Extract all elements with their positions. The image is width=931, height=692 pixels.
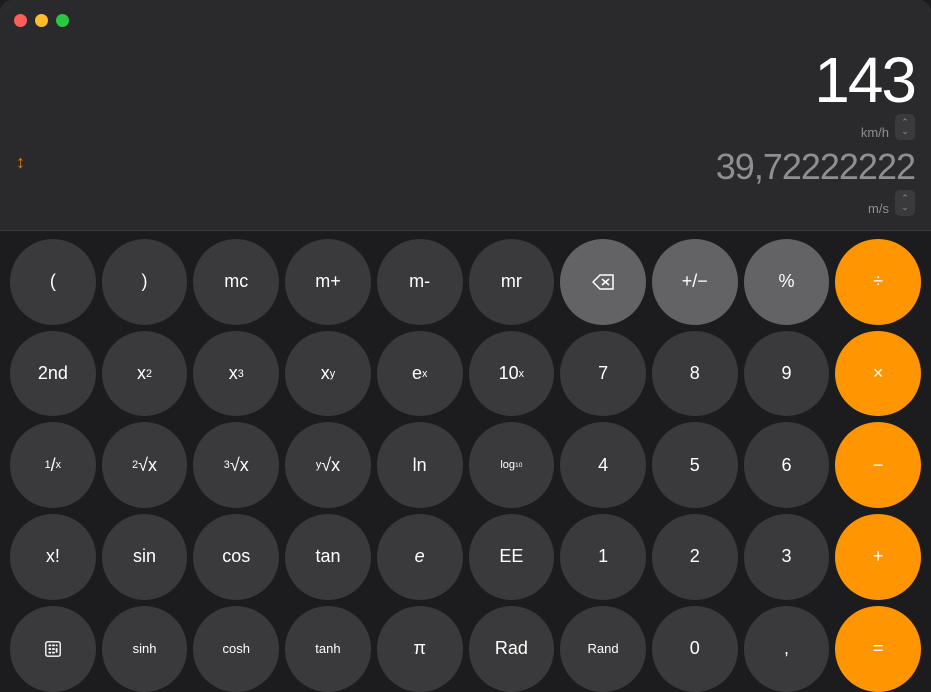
keypad-row-4: sinhcoshtanhπRadRand0,=	[10, 606, 921, 692]
key-factorial[interactable]: x!	[10, 514, 96, 600]
key-decimal[interactable]: ,	[744, 606, 830, 692]
keypad-row-2: 1/x2√x3√xy√xlnlog10456−	[10, 422, 921, 508]
key-plus-minus[interactable]: +/−	[652, 239, 738, 325]
key-log10[interactable]: log10	[469, 422, 555, 508]
key-x-cubed[interactable]: x3	[193, 331, 279, 417]
key-y-root-x[interactable]: y√x	[285, 422, 371, 508]
key-pi[interactable]: π	[377, 606, 463, 692]
key-ln[interactable]: ln	[377, 422, 463, 508]
key-sin[interactable]: sin	[102, 514, 188, 600]
key-close-paren[interactable]: )	[102, 239, 188, 325]
key-cos[interactable]: cos	[193, 514, 279, 600]
conversion-unit-label: m/s	[868, 201, 889, 216]
key-second[interactable]: 2nd	[10, 331, 96, 417]
key-four[interactable]: 4	[560, 422, 646, 508]
key-tan[interactable]: tan	[285, 514, 371, 600]
key-percent[interactable]: %	[744, 239, 830, 325]
main-unit-label: km/h	[861, 125, 889, 140]
main-unit-stepper[interactable]	[895, 114, 915, 140]
key-zero[interactable]: 0	[652, 606, 738, 692]
key-sqrt[interactable]: 2√x	[102, 422, 188, 508]
key-cosh[interactable]: cosh	[193, 606, 279, 692]
close-button[interactable]	[14, 14, 27, 27]
display-wrapper: 143 km/h 39,72222222 m/s ↕	[0, 40, 931, 230]
key-two[interactable]: 2	[652, 514, 738, 600]
key-nine[interactable]: 9	[744, 331, 830, 417]
key-open-paren[interactable]: (	[10, 239, 96, 325]
key-x-power-y[interactable]: xy	[285, 331, 371, 417]
conversion-unit-stepper[interactable]	[895, 190, 915, 216]
main-display-value: 143	[814, 48, 915, 112]
minimize-button[interactable]	[35, 14, 48, 27]
key-six[interactable]: 6	[744, 422, 830, 508]
key-tanh[interactable]: tanh	[285, 606, 371, 692]
key-eight[interactable]: 8	[652, 331, 738, 417]
key-subtract[interactable]: −	[835, 422, 921, 508]
display-area: 143 km/h 39,72222222 m/s	[0, 40, 931, 230]
keypad-row-3: x!sincostaneEE123+	[10, 514, 921, 600]
key-mr[interactable]: mr	[469, 239, 555, 325]
key-add[interactable]: +	[835, 514, 921, 600]
key-e-power-x[interactable]: ex	[377, 331, 463, 417]
keypad-row-0: ()mcm+m-mr +/−%÷	[10, 239, 921, 325]
key-equals[interactable]: =	[835, 606, 921, 692]
key-rad[interactable]: Rad	[469, 606, 555, 692]
key-e-const[interactable]: e	[377, 514, 463, 600]
key-three[interactable]: 3	[744, 514, 830, 600]
key-m-minus[interactable]: m-	[377, 239, 463, 325]
keypad-row-1: 2ndx2x3xyex10x789×	[10, 331, 921, 417]
key-backspace[interactable]	[560, 239, 646, 325]
conversion-row: 39,72222222	[716, 146, 915, 188]
key-x-squared[interactable]: x2	[102, 331, 188, 417]
sort-icon[interactable]: ↕	[16, 152, 25, 173]
key-divide[interactable]: ÷	[835, 239, 921, 325]
key-seven[interactable]: 7	[560, 331, 646, 417]
key-cbrt[interactable]: 3√x	[193, 422, 279, 508]
key-mc[interactable]: mc	[193, 239, 279, 325]
key-calculator-icon[interactable]	[10, 606, 96, 692]
key-five[interactable]: 5	[652, 422, 738, 508]
key-rand[interactable]: Rand	[560, 606, 646, 692]
key-one-over-x[interactable]: 1/x	[10, 422, 96, 508]
maximize-button[interactable]	[56, 14, 69, 27]
key-one[interactable]: 1	[560, 514, 646, 600]
key-ee[interactable]: EE	[469, 514, 555, 600]
main-unit-row: 143	[814, 48, 915, 112]
key-multiply[interactable]: ×	[835, 331, 921, 417]
key-ten-power-x[interactable]: 10x	[469, 331, 555, 417]
conversion-display-value: 39,72222222	[716, 146, 915, 188]
keypad: ()mcm+m-mr+/−%÷2ndx2x3xyex10x789×1/x2√x3…	[0, 231, 931, 681]
key-sinh[interactable]: sinh	[102, 606, 188, 692]
key-m-plus[interactable]: m+	[285, 239, 371, 325]
titlebar	[0, 0, 931, 40]
